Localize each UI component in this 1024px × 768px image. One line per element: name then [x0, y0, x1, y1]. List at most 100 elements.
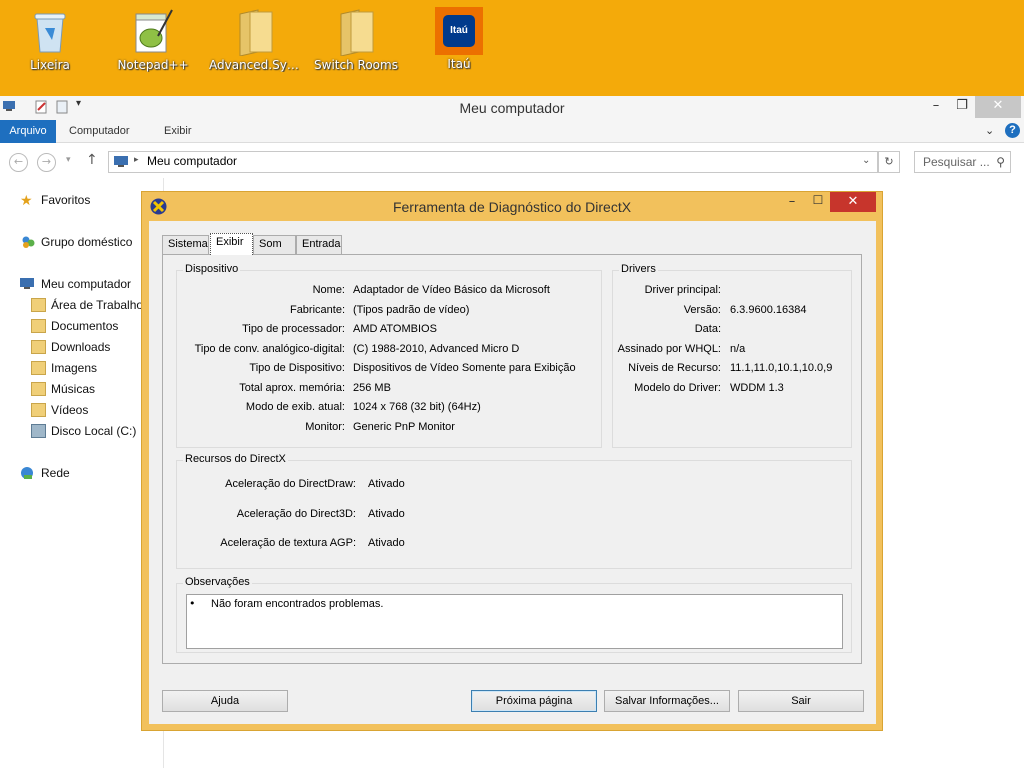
device-key: Tipo de conv. analógico-digital:: [194, 343, 345, 355]
breadcrumb[interactable]: Meu computador: [147, 154, 237, 168]
desktop-icon-label: Itaú: [447, 57, 471, 71]
tab-entrada[interactable]: Entrada: [296, 235, 342, 254]
desktop-icon-advanced-system[interactable]: Advanced.Syste...: [209, 6, 301, 72]
exit-button[interactable]: Sair: [738, 690, 864, 712]
nav-label: Favoritos: [41, 193, 91, 207]
search-icon: ⚲: [996, 155, 1005, 169]
tab-exibir[interactable]: Exibir: [164, 120, 192, 143]
tab-arquivo[interactable]: Arquivo: [0, 120, 56, 143]
nav-item-area-de-trabalho[interactable]: Área de Trabalho: [0, 295, 160, 315]
tab-computador[interactable]: Computador: [69, 120, 130, 143]
nav-item-downloads[interactable]: Downloads: [0, 337, 160, 357]
breadcrumb-arrow-icon[interactable]: ▸: [134, 155, 139, 165]
device-key: Monitor:: [305, 421, 345, 433]
nav-label: Imagens: [51, 361, 98, 375]
search-input[interactable]: Pesquisar ... ⚲: [914, 151, 1011, 173]
device-value: 1024 x 768 (32 bit) (64Hz): [353, 401, 481, 413]
nav-item-documentos[interactable]: Documentos: [0, 316, 160, 336]
nav-rede[interactable]: Rede: [0, 463, 160, 483]
tab-panel-exibir: Dispositivo Nome: Adaptador de Vídeo Bás…: [162, 254, 862, 664]
tab-exibir[interactable]: Exibir: [210, 233, 253, 255]
drive-icon: [31, 424, 46, 438]
next-page-button[interactable]: Próxima página: [471, 690, 597, 712]
desktop-icon-switch-rooms[interactable]: Switch Rooms: [310, 6, 402, 72]
nav-label: Disco Local (C:): [51, 424, 137, 438]
group-recursos-directx: Recursos do DirectX Aceleração do Direct…: [176, 453, 852, 569]
nav-item-musicas[interactable]: Músicas: [0, 379, 160, 399]
group-title: Drivers: [619, 263, 658, 275]
group-observacoes: Observações • Não foram encontrados prob…: [176, 576, 852, 653]
maximize-button[interactable]: ❐: [948, 96, 976, 118]
ribbon-tabs: Arquivo Computador Exibir ⌄ ?: [0, 120, 1024, 143]
homegroup-icon: [21, 235, 36, 249]
desktop-icon-label: Notepad++: [117, 58, 189, 72]
group-drivers: Drivers Driver principal: Versão: 6.3.96…: [612, 263, 852, 448]
desktop-icon-notepadpp[interactable]: Notepad++: [107, 6, 199, 72]
address-bar[interactable]: ▸ Meu computador ⌄: [108, 151, 878, 173]
device-value: 256 MB: [353, 382, 391, 394]
nav-favoritos[interactable]: ★ Favoritos: [0, 190, 160, 210]
explorer-titlebar: ▾ Meu computador – ❐ ✕: [0, 96, 1024, 120]
device-value: Adaptador de Vídeo Básico da Microsoft: [353, 284, 550, 296]
desktop-icon-label: Advanced.Syste...: [209, 58, 301, 72]
driver-value: 11.1,11.0,10.1,10.0,9: [730, 362, 833, 374]
nav-meu-computador[interactable]: Meu computador: [0, 274, 160, 294]
back-button[interactable]: ←: [9, 153, 28, 172]
dx-maximize-button[interactable]: ☐: [808, 193, 828, 207]
up-button[interactable]: ↑: [86, 152, 98, 168]
address-dropdown-icon[interactable]: ⌄: [862, 155, 870, 166]
device-key: Modo de exib. atual:: [245, 401, 345, 413]
driver-value: n/a: [730, 343, 746, 355]
directx-key: Aceleração do DirectDraw:: [225, 478, 356, 490]
recycle-bin-icon: [27, 6, 73, 56]
forward-button[interactable]: →: [37, 153, 56, 172]
itau-logo-icon: Itaú: [435, 7, 483, 55]
directx-value: Ativado: [368, 508, 405, 520]
folder-icon: [31, 403, 46, 417]
nav-item-imagens[interactable]: Imagens: [0, 358, 160, 378]
expand-ribbon-icon[interactable]: ⌄: [985, 120, 994, 143]
group-title: Observações: [183, 576, 252, 588]
folder-icon: [31, 361, 46, 375]
folder-icon: [31, 382, 46, 396]
desktop-icon-recycle-bin[interactable]: Lixeira: [4, 6, 96, 72]
group-title: Recursos do DirectX: [183, 453, 288, 465]
device-key: Fabricante:: [289, 304, 345, 316]
dx-close-button[interactable]: ✕: [830, 192, 876, 212]
device-key: Tipo de Dispositivo:: [249, 362, 345, 374]
notepadpp-icon: [130, 6, 176, 56]
folder-icon: [31, 298, 46, 312]
save-info-button[interactable]: Salvar Informações...: [604, 690, 730, 712]
directx-key: Aceleração do Direct3D:: [236, 508, 356, 520]
close-button[interactable]: ✕: [975, 96, 1021, 118]
nav-item-disco-local[interactable]: Disco Local (C:): [0, 421, 160, 441]
nav-label: Vídeos: [51, 403, 89, 417]
recent-locations-icon[interactable]: ▾: [66, 155, 71, 165]
driver-key: Driver principal:: [644, 284, 721, 296]
tab-sistema[interactable]: Sistema: [162, 235, 209, 254]
star-icon: ★: [20, 192, 33, 208]
driver-key: Data:: [694, 323, 721, 335]
nav-grupo-domestico[interactable]: Grupo doméstico: [0, 232, 160, 252]
nav-item-videos[interactable]: Vídeos: [0, 400, 160, 420]
dxdiag-titlebar: Ferramenta de Diagnóstico do DirectX – ☐…: [142, 192, 882, 221]
desktop: Lixeira Notepad++ Advanced.Syste... Swit…: [0, 0, 1024, 100]
refresh-button[interactable]: ↻: [878, 151, 900, 173]
dx-minimize-button[interactable]: –: [782, 194, 802, 209]
tab-som[interactable]: Som: [253, 235, 296, 254]
driver-key: Assinado por WHQL:: [617, 343, 721, 355]
folder-icon: [232, 6, 278, 57]
desktop-icon-itau[interactable]: Itaú Itaú: [413, 6, 505, 71]
device-value: (Tipos padrão de vídeo): [353, 304, 470, 316]
network-icon: [20, 466, 35, 480]
dxdiag-window: Ferramenta de Diagnóstico do DirectX – ☐…: [141, 191, 883, 731]
search-placeholder: Pesquisar ...: [923, 155, 990, 169]
help-icon[interactable]: ?: [1005, 123, 1020, 138]
notes-textarea[interactable]: • Não foram encontrados problemas.: [186, 594, 843, 649]
minimize-button[interactable]: –: [922, 96, 950, 118]
nav-label: Meu computador: [41, 277, 132, 291]
device-key: Nome:: [312, 284, 345, 296]
help-button[interactable]: Ajuda: [162, 690, 288, 712]
desktop-icon-label: Switch Rooms: [314, 58, 398, 72]
device-value: (C) 1988-2010, Advanced Micro D: [353, 343, 520, 355]
